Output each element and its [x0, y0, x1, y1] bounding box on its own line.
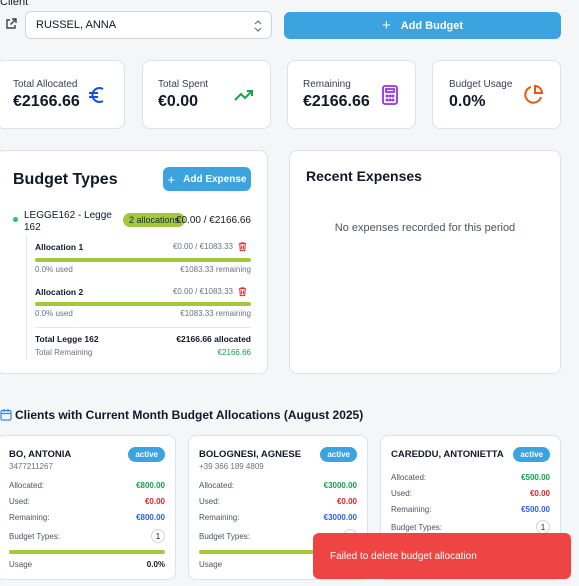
client-name: CAREDDU, ANTONIETTA [391, 449, 504, 460]
stat-remaining: Remaining €2166.66 [287, 60, 416, 129]
stat-value: 0.0% [449, 93, 486, 110]
client-name: BO, ANTONIA [9, 449, 72, 460]
add-expense-label: Add Expense [183, 173, 247, 185]
usage-bar [9, 550, 165, 554]
client-phone: 3477211267 [9, 462, 53, 471]
stat-total-allocated: Total Allocated €2166.66 [0, 60, 125, 129]
chevron-up-down-icon [254, 20, 262, 32]
trending-up-icon [234, 90, 253, 101]
stat-value: €0.00 [158, 93, 199, 110]
total-remaining-label: Total Remaining [35, 348, 93, 357]
stat-budget-usage: Budget Usage 0.0% [432, 60, 561, 129]
clients-section-title: Clients with Current Month Budget Alloca… [15, 408, 364, 422]
remaining-label: Remaining: [9, 513, 50, 522]
allocated-value: €800.00 [136, 481, 165, 490]
remaining-value: €500.00 [521, 505, 550, 514]
add-budget-button[interactable]: + Add Budget [284, 12, 561, 39]
allocation-remaining: €1083.33 remaining [180, 309, 251, 318]
budget-type-name: LEGGE162 - Legge 162 [24, 210, 112, 234]
budget-type-name-line2: 162 [24, 222, 41, 233]
budget-types-title: Budget Types [13, 171, 118, 188]
total-value: €2166.66 allocated [176, 334, 251, 344]
used-label: Used: [391, 489, 412, 498]
remaining-value: €800.00 [136, 513, 165, 522]
external-link-icon[interactable] [4, 17, 18, 31]
status-badge: active [513, 447, 550, 462]
client-name: BOLOGNESI, AGNESE [199, 449, 302, 460]
toast-message: Failed to delete budget allocation [330, 550, 477, 562]
allocated-label: Allocated: [9, 481, 45, 490]
calculator-icon [382, 85, 398, 105]
status-badge: active [320, 447, 357, 462]
error-toast[interactable]: Failed to delete budget allocation [313, 533, 571, 579]
allocated-label: Allocated: [391, 473, 427, 482]
used-value: €0.00 [144, 497, 165, 506]
stat-label: Total Allocated [13, 79, 78, 90]
empty-expenses-message: No expenses recorded for this period [334, 222, 516, 234]
client-label: Client [0, 0, 29, 8]
client-select[interactable]: RUSSEL, ANNA [25, 11, 272, 39]
allocation-divider [26, 235, 27, 360]
recent-expenses-title: Recent Expenses [306, 168, 422, 184]
add-budget-label: Add Budget [400, 19, 464, 32]
allocation-progress-bar [35, 302, 251, 306]
total-label: Total Legge 162 [35, 334, 99, 344]
budget-types-label: Budget Types: [9, 531, 60, 541]
stat-value: €2166.66 [303, 93, 370, 110]
budget-types-label: Budget Types: [391, 522, 442, 532]
used-label: Used: [9, 497, 30, 506]
used-value: €0.00 [529, 489, 550, 498]
usage-label: Usage [9, 560, 33, 569]
allocation-amount: €0.00 / €1083.33 [172, 287, 233, 296]
status-badge: active [128, 447, 165, 462]
used-value: €0.00 [336, 497, 357, 506]
allocation-progress-bar [35, 258, 251, 262]
remaining-label: Remaining: [199, 513, 240, 522]
add-expense-button[interactable]: + Add Expense [163, 167, 251, 191]
stat-value: €2166.66 [13, 93, 80, 110]
plus-icon: + [381, 17, 391, 34]
usage-label: Usage [199, 560, 223, 569]
allocation-used: 0.0% used [35, 265, 73, 274]
client-card[interactable]: BO, ANTONIA 3477211267 active Allocated:… [0, 435, 176, 580]
total-remaining-value: €2166.66 [217, 348, 251, 357]
stat-total-spent: Total Spent €0.00 [142, 60, 271, 129]
allocated-value: €3000.00 [323, 481, 357, 490]
plus-icon: + [167, 171, 176, 187]
usage-value: 0.0% [146, 560, 165, 569]
trash-icon[interactable] [237, 286, 248, 297]
stat-label: Budget Usage [449, 79, 513, 90]
allocation-used: 0.0% used [35, 309, 73, 318]
used-label: Used: [199, 497, 220, 506]
allocation-label: Allocation 2 [35, 287, 84, 297]
trash-icon[interactable] [237, 241, 248, 252]
total-divider [35, 327, 251, 328]
euro-icon [89, 87, 104, 103]
allocation-remaining: €1083.33 remaining [180, 265, 251, 274]
client-phone: +39 366 189 4809 [199, 462, 264, 471]
budget-types-label: Budget Types: [199, 531, 250, 541]
budget-type-amount: €0.00 / €2166.66 [175, 215, 251, 226]
budget-types-count: 1 [536, 520, 550, 534]
calendar-icon [0, 409, 12, 421]
status-dot [13, 217, 18, 222]
allocation-amount: €0.00 / €1083.33 [172, 242, 233, 251]
allocated-label: Allocated: [199, 481, 235, 490]
budget-types-count: 1 [151, 529, 165, 543]
remaining-value: €3000.00 [323, 513, 357, 522]
allocated-value: €500.00 [521, 473, 550, 482]
allocation-label: Allocation 1 [35, 242, 84, 252]
remaining-label: Remaining: [391, 505, 432, 514]
stat-label: Remaining [303, 79, 351, 90]
budget-type-name-line1: LEGGE162 - Legge [24, 210, 112, 221]
pie-chart-icon [524, 84, 544, 104]
stat-label: Total Spent [158, 79, 209, 90]
client-select-value: RUSSEL, ANNA [36, 19, 117, 31]
